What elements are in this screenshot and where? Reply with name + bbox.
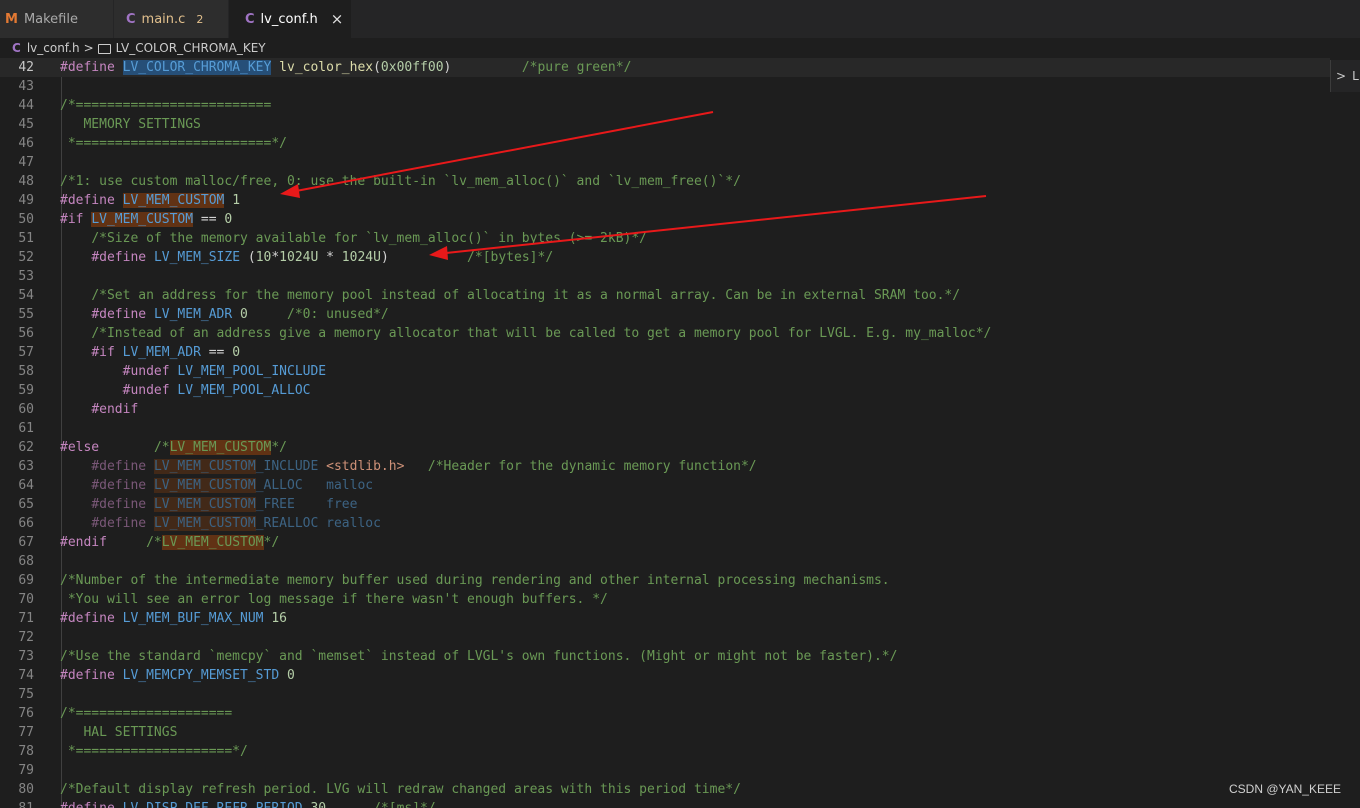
- arrowhead-icon: [429, 246, 448, 260]
- arrow-to-mem-custom: [295, 111, 714, 192]
- arrowhead-icon: [280, 184, 300, 198]
- arrow-to-mem-size: [445, 195, 987, 254]
- annotation-arrows: [280, 111, 987, 260]
- watermark: CSDN @YAN_KEEE: [1229, 782, 1341, 796]
